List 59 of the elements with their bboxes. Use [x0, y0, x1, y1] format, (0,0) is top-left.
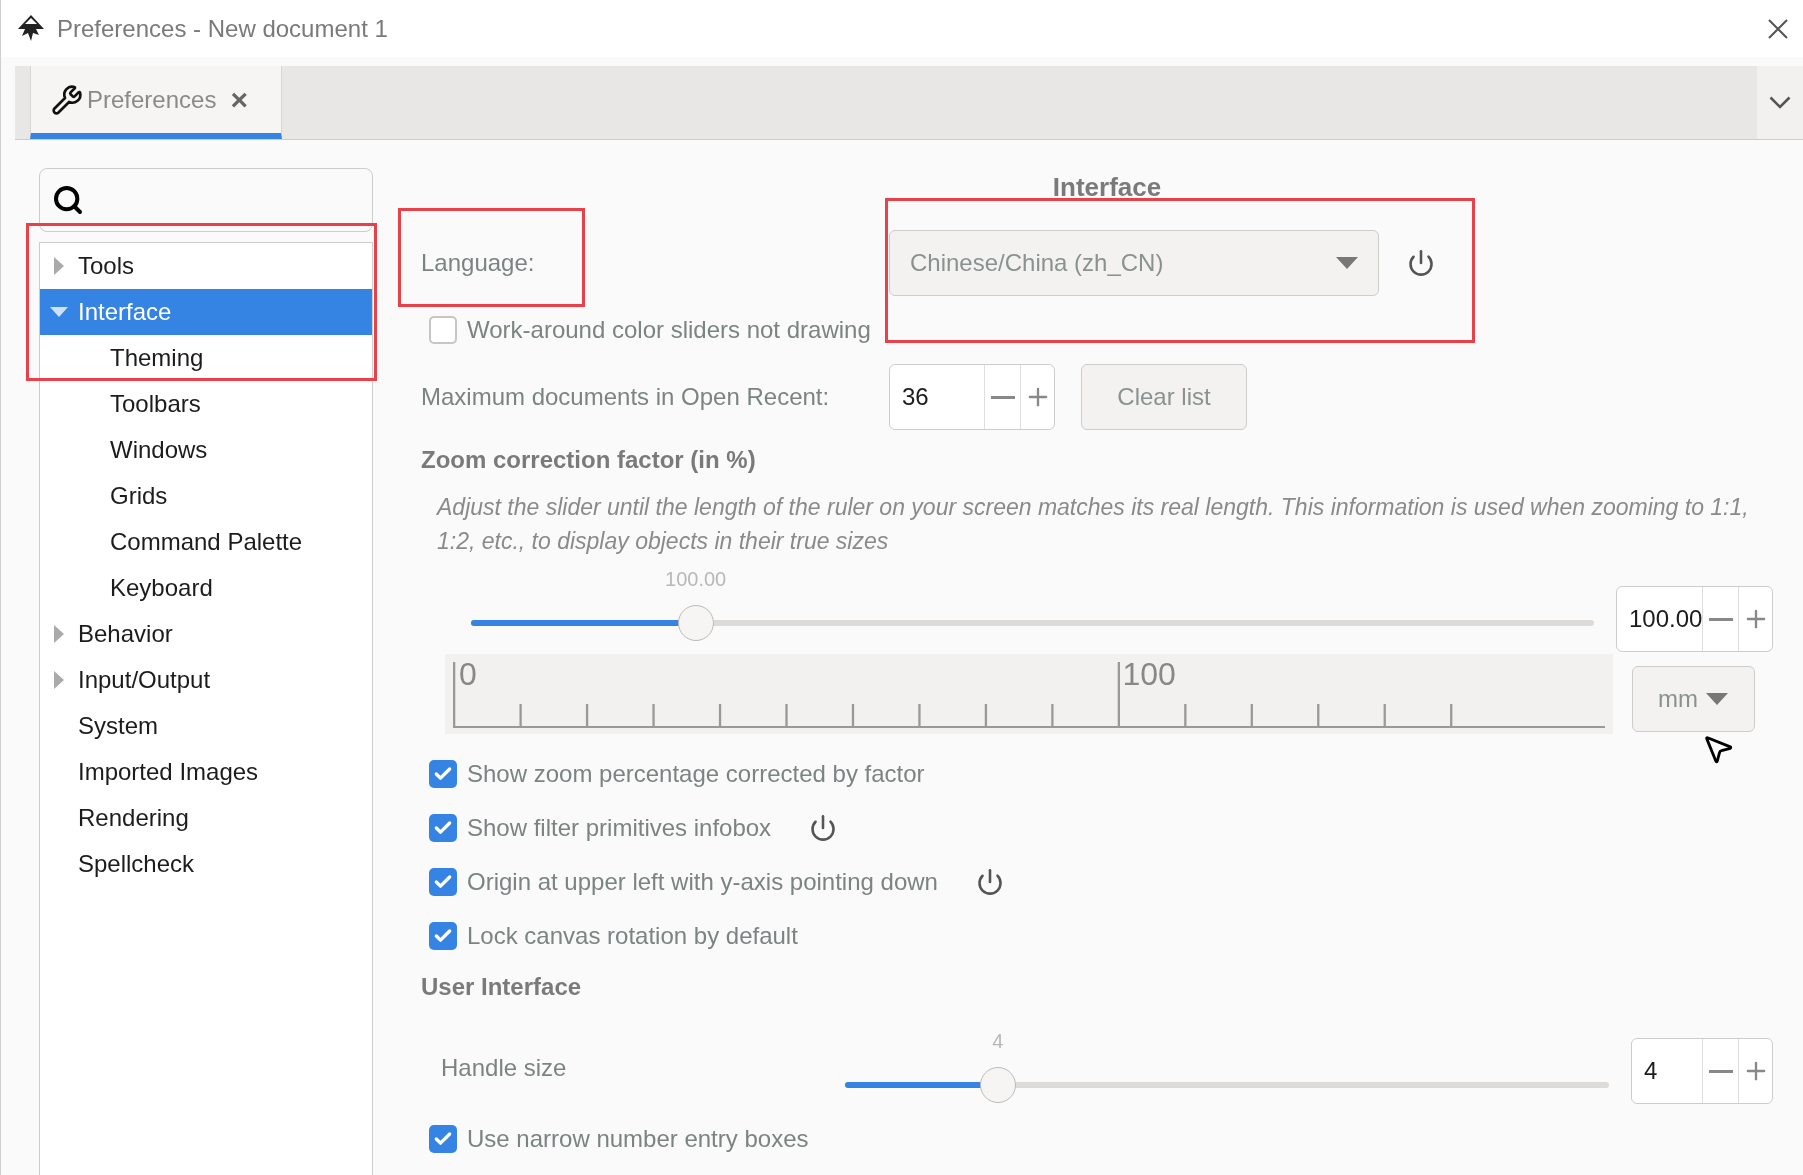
minus-icon — [990, 395, 1015, 399]
checkbox-label: Work-around color sliders not drawing — [467, 315, 871, 345]
minus-icon — [1708, 1069, 1733, 1073]
recent-count-spinbox[interactable]: 36 — [889, 364, 1055, 430]
tools-icon — [51, 83, 83, 116]
close-icon[interactable] — [1767, 17, 1789, 40]
handle-size-label: Handle size — [440, 1052, 568, 1083]
tree-item[interactable]: Input/Output — [40, 657, 372, 703]
tree-item[interactable]: Behavior — [40, 611, 372, 657]
max-recent-label: Maximum documents in Open Recent: — [421, 382, 831, 412]
handle-size-spinbox[interactable]: 4 — [1631, 1038, 1773, 1104]
page-title: Interface — [1052, 170, 1162, 204]
search-icon — [52, 184, 84, 216]
tab-menu-button[interactable] — [1757, 66, 1803, 139]
tree-item[interactable]: Spellcheck — [40, 841, 372, 887]
tree-item[interactable]: Rendering — [40, 795, 372, 841]
minus-icon — [1708, 617, 1733, 621]
tab[interactable]: Preferences × — [30, 66, 282, 139]
chevron-down-icon — [1769, 96, 1791, 109]
language-label: Language: — [421, 248, 536, 278]
spin-value: 100.00 — [1628, 604, 1703, 634]
tree-item[interactable]: Toolbars — [40, 381, 372, 427]
checkbox-label: Show filter primitives infobox — [467, 813, 772, 843]
tree-item[interactable]: System — [40, 703, 372, 749]
section-heading: Zoom correction factor (in %) — [421, 445, 756, 475]
checkbox[interactable] — [429, 814, 457, 842]
tree-item[interactable]: Interface — [40, 289, 372, 335]
checkbox[interactable] — [429, 316, 457, 344]
slider-value-label: 4 — [992, 1029, 1004, 1054]
tree-item[interactable]: Imported Images — [40, 749, 372, 795]
zoom-description: Adjust the slider until the length of the ruler on your screen matches its real length. This information is used when zooming to 1:1, 1:2, etc., to display objects in their true sizes — [435, 493, 1750, 556]
tree-item[interactable]: Windows — [40, 427, 372, 473]
checkbox[interactable] — [429, 868, 457, 896]
spin-value: 4 — [1643, 1056, 1659, 1086]
tree-item[interactable]: Theming — [40, 335, 372, 381]
ruler-label: 100 — [1122, 655, 1176, 694]
spin-value: 36 — [901, 382, 930, 412]
checkbox-label: Show zoom percentage corrected by factor — [467, 759, 925, 789]
slider-handle[interactable] — [677, 605, 714, 641]
search-field[interactable] — [39, 168, 373, 232]
checkbox-label: Lock canvas rotation by default — [467, 921, 798, 951]
checkbox-label: Origin at upper left with y-axis pointing down — [467, 867, 938, 897]
tree-item[interactable]: Grids — [40, 473, 372, 519]
tree-item[interactable]: Tools — [40, 243, 372, 289]
section-heading: User Interface — [421, 972, 582, 1002]
caret-down-icon — [1706, 693, 1728, 705]
tree-item[interactable]: Command Palette — [40, 519, 372, 565]
caret-down-icon — [1336, 257, 1358, 269]
zoom-spinbox[interactable]: 100.00 — [1616, 586, 1773, 652]
tree-item[interactable]: Keyboard — [40, 565, 372, 611]
ruler-label: 0 — [459, 655, 477, 694]
tab-close-button[interactable]: × — [230, 77, 248, 122]
window-title: Preferences - New document 1 — [57, 13, 388, 44]
checkbox[interactable] — [429, 1125, 457, 1153]
slider-handle[interactable] — [979, 1067, 1016, 1103]
checkbox[interactable] — [429, 760, 457, 788]
checkbox[interactable] — [429, 922, 457, 950]
checkbox-label: Use narrow number entry boxes — [467, 1124, 809, 1154]
slider-value-label: 100.00 — [665, 567, 727, 592]
